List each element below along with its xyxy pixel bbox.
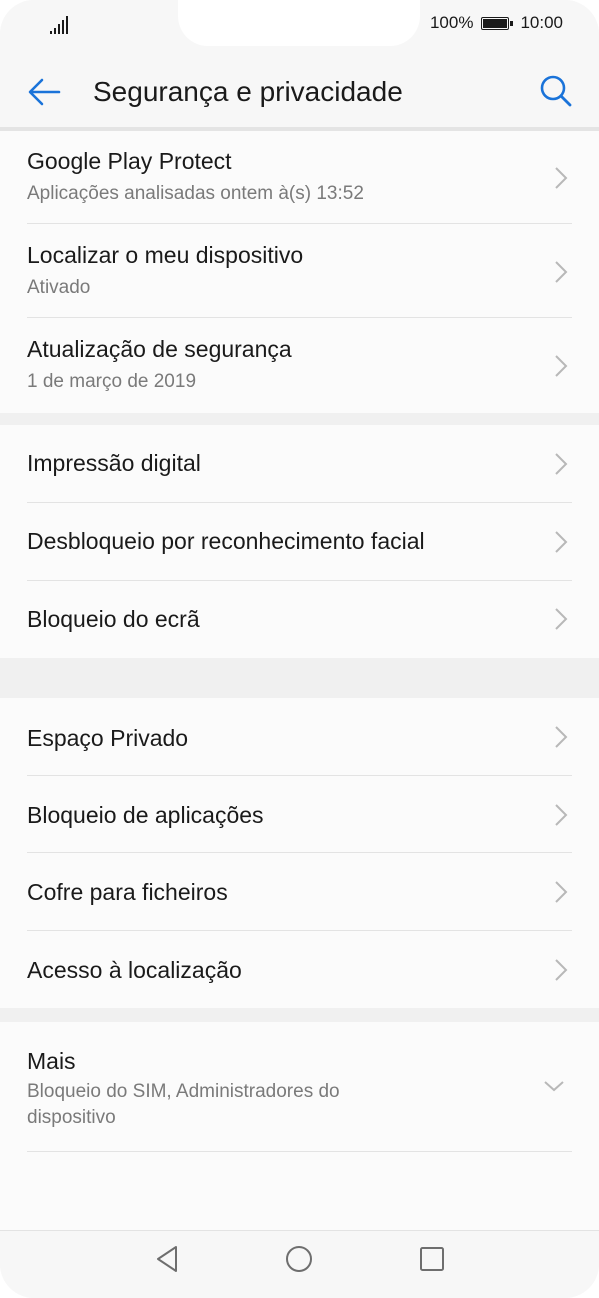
list-item-fingerprint[interactable]: Impressão digital (0, 425, 599, 503)
battery-percent: 100% (429, 13, 474, 32)
item-title: Bloqueio do ecrã (27, 606, 200, 632)
status-bar: 100% 10:00 (0, 0, 599, 50)
chevron-right-icon (555, 726, 568, 748)
phone-screen: 100% 10:00 Segurança e privacidade Googl… (0, 0, 599, 1298)
battery-full-icon (481, 16, 514, 30)
item-title: Mais (27, 1048, 76, 1074)
item-title: Localizar o meu dispositivo (27, 242, 304, 268)
chevron-right-icon (555, 608, 568, 630)
square-recents-icon (420, 1247, 444, 1271)
list-item-location-access[interactable]: Acesso à localização (0, 931, 599, 1008)
section-more: Mais Bloqueio do SIM, Administradores do… (0, 1022, 599, 1230)
item-title: Desbloqueio por reconhecimento facial (27, 528, 425, 554)
chevron-down-icon[interactable] (543, 1079, 565, 1093)
chevron-right-icon (555, 881, 568, 903)
nav-home-button[interactable] (271, 1237, 327, 1281)
signal-bars-icon (50, 16, 68, 34)
section-gap (0, 658, 599, 698)
item-title: Acesso à localização (27, 957, 242, 983)
chevron-right-icon (555, 167, 568, 189)
chevron-right-icon (555, 959, 568, 981)
section-gap (0, 413, 599, 425)
list-item-security-update[interactable]: Atualização de segurança 1 de março de 2… (0, 318, 599, 413)
list-item-google-play-protect[interactable]: Google Play Protect Aplicações analisada… (0, 131, 599, 224)
system-navigation-bar (0, 1230, 599, 1298)
item-title: Espaço Privado (27, 725, 189, 751)
item-title: Impressão digital (27, 450, 201, 476)
search-icon (540, 75, 572, 107)
item-subtitle: Aplicações analisadas ontem à(s) 13:52 (27, 183, 364, 204)
circle-home-icon (286, 1246, 312, 1272)
page-title: Segurança e privacidade (93, 76, 403, 107)
chevron-right-icon (555, 355, 568, 377)
item-title: Cofre para ficheiros (27, 879, 228, 905)
item-title: Google Play Protect (27, 148, 232, 174)
row-divider (27, 1151, 572, 1152)
section-privacy: Espaço Privado Bloqueio de aplicações Co… (0, 698, 599, 1008)
item-subtitle: Bloqueio do SIM, Administradores do disp… (27, 1081, 340, 1128)
section-security-status: Google Play Protect Aplicações analisada… (0, 131, 599, 413)
item-title: Atualização de segurança (27, 336, 292, 362)
item-subtitle: 1 de março de 2019 (27, 371, 197, 392)
list-item-file-safe[interactable]: Cofre para ficheiros (0, 853, 599, 931)
chevron-right-icon (555, 531, 568, 553)
nav-back-button[interactable] (139, 1237, 195, 1281)
chevron-right-icon (555, 804, 568, 826)
triangle-back-icon (157, 1246, 177, 1272)
list-item-face-unlock[interactable]: Desbloqueio por reconhecimento facial (0, 503, 599, 581)
nav-recents-button[interactable] (404, 1237, 460, 1281)
section-unlock: Impressão digital Desbloqueio por reconh… (0, 425, 599, 658)
arrow-left-icon (28, 78, 61, 106)
list-item-find-my-device[interactable]: Localizar o meu dispositivo Ativado (0, 224, 599, 318)
chevron-right-icon (555, 453, 568, 475)
clock: 10:00 (520, 13, 563, 32)
search-button[interactable] (537, 72, 575, 110)
list-item-app-lock[interactable]: Bloqueio de aplicações (0, 776, 599, 853)
item-title: Bloqueio de aplicações (27, 802, 264, 828)
section-gap (0, 1008, 599, 1022)
display-notch (178, 0, 420, 46)
back-button[interactable] (24, 74, 64, 110)
list-item-more[interactable]: Mais Bloqueio do SIM, Administradores do… (0, 1022, 599, 1152)
app-bar: Segurança e privacidade (0, 50, 599, 127)
chevron-right-icon (555, 261, 568, 283)
list-item-screen-lock[interactable]: Bloqueio do ecrã (0, 581, 599, 658)
status-right: 100% 10:00 (430, 13, 563, 33)
list-item-private-space[interactable]: Espaço Privado (0, 698, 599, 776)
item-subtitle: Ativado (27, 277, 91, 298)
